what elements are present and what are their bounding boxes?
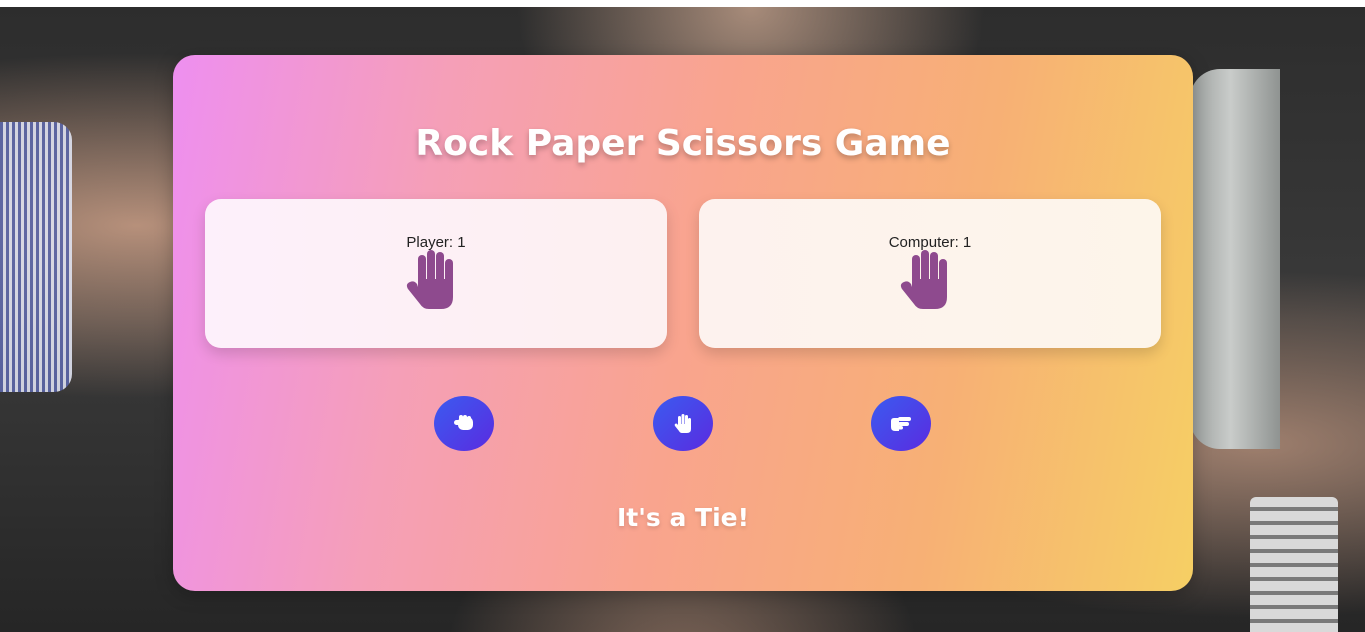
shirt-sleeve-decoration xyxy=(0,122,72,392)
paper-button[interactable] xyxy=(653,396,713,451)
scissors-button[interactable] xyxy=(871,396,931,451)
wristwatch-decoration xyxy=(1250,497,1338,632)
open-hand-icon xyxy=(674,413,691,433)
game-card: Rock Paper Scissors Game Player: 1 Compu… xyxy=(173,55,1193,591)
result-message: It's a Tie! xyxy=(616,503,750,532)
game-title: Rock Paper Scissors Game xyxy=(415,123,951,164)
scissors-hand-icon xyxy=(891,416,911,431)
shirt-cuff-decoration xyxy=(1190,69,1280,449)
fist-icon xyxy=(454,414,473,430)
player-score-box: Player: 1 xyxy=(205,199,667,348)
computer-score-box: Computer: 1 xyxy=(699,199,1161,348)
paper-hand-icon xyxy=(900,250,947,309)
paper-hand-icon xyxy=(406,250,453,309)
rock-button[interactable] xyxy=(434,396,494,451)
